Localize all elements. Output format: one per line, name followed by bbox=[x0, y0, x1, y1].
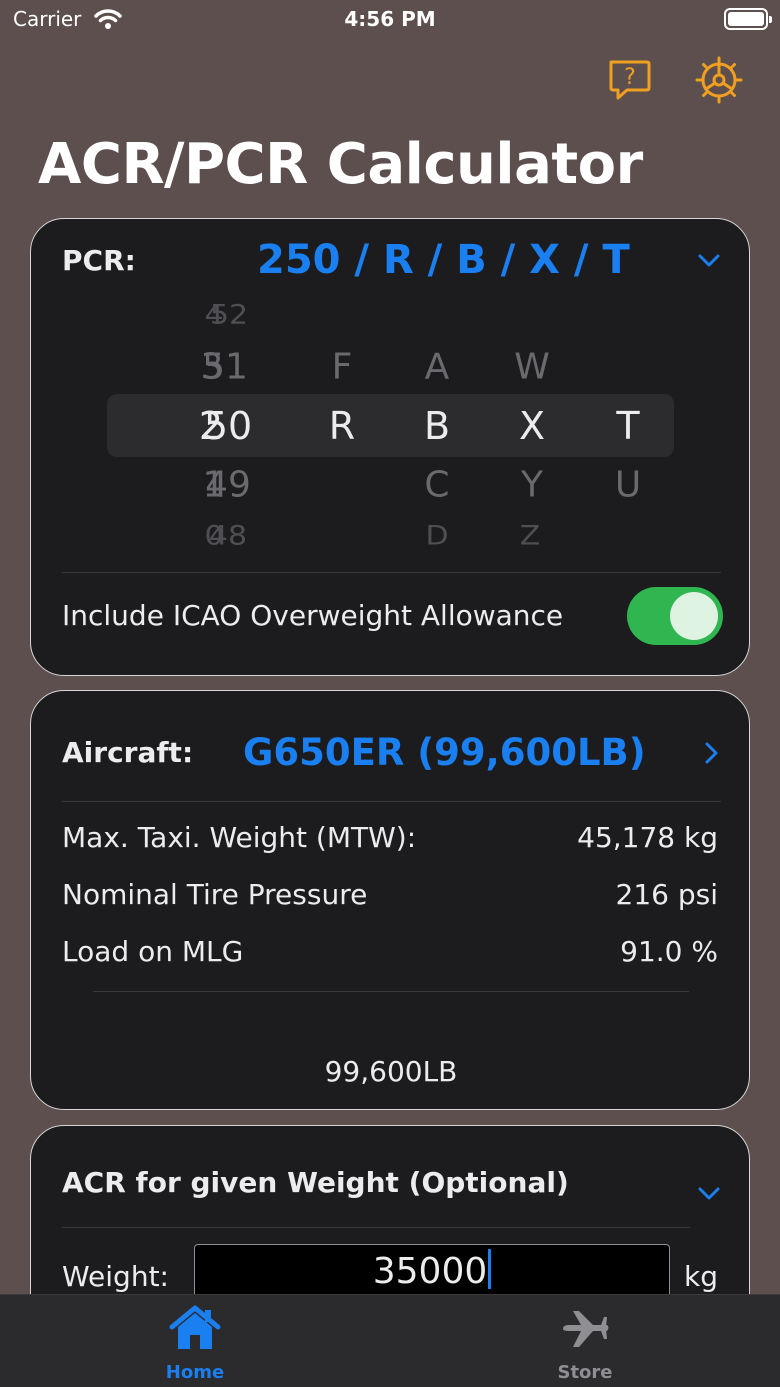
divider bbox=[93, 991, 689, 992]
picker-pavement-selected[interactable]: R bbox=[329, 404, 355, 448]
picker-subgrade-option[interactable]: C bbox=[424, 465, 449, 506]
tire-pressure-value: 216 psi bbox=[615, 878, 718, 911]
picker-tire-option[interactable]: W bbox=[514, 347, 550, 388]
picker-tire-option[interactable]: Y bbox=[521, 465, 543, 506]
overweight-toggle[interactable] bbox=[627, 587, 723, 645]
pcr-card: PCR: 250 / R / B / X / T 4 3 2 1 0 52 51… bbox=[30, 218, 750, 676]
weight-label: Weight: bbox=[62, 1260, 169, 1293]
mlg-load-label: Load on MLG bbox=[62, 935, 244, 968]
mlg-load-value: 91.0 % bbox=[620, 935, 718, 968]
picker-tens-option[interactable]: 51 bbox=[202, 347, 248, 388]
picker-tens-selected[interactable]: 50 bbox=[204, 404, 252, 448]
status-bar: Carrier 4:56 PM bbox=[0, 0, 780, 40]
pcr-label: PCR: bbox=[62, 244, 136, 277]
chevron-right-icon[interactable] bbox=[704, 741, 720, 765]
picker-evaluation-option[interactable]: U bbox=[615, 465, 641, 506]
pcr-value[interactable]: 250 / R / B / X / T bbox=[257, 237, 630, 283]
tab-bar: Home Store bbox=[0, 1294, 780, 1387]
picker-selection-highlight bbox=[107, 394, 674, 457]
tire-pressure-label: Nominal Tire Pressure bbox=[62, 878, 368, 911]
picker-tire-selected[interactable]: X bbox=[519, 404, 545, 448]
page-title: ACR/PCR Calculator bbox=[38, 132, 643, 197]
picker-evaluation-selected[interactable]: T bbox=[616, 404, 639, 448]
mtw-label: Max. Taxi. Weight (MTW): bbox=[62, 821, 417, 854]
chevron-down-icon[interactable] bbox=[697, 1186, 721, 1202]
tab-store[interactable]: Store bbox=[390, 1295, 780, 1387]
picker-subgrade-option[interactable]: A bbox=[425, 347, 450, 388]
aircraft-card: Aircraft: G650ER (99,600LB) Max. Taxi. W… bbox=[30, 690, 750, 1110]
picker-pavement-option[interactable]: F bbox=[332, 347, 353, 388]
picker-tens-option[interactable]: 48 bbox=[209, 521, 247, 552]
picker-subgrade-option[interactable]: D bbox=[425, 521, 448, 552]
divider bbox=[62, 1227, 690, 1228]
chevron-down-icon[interactable] bbox=[697, 253, 721, 269]
mtw-value: 45,178 kg bbox=[577, 821, 718, 854]
picker-tens-option[interactable]: 49 bbox=[205, 465, 251, 506]
battery-icon bbox=[724, 8, 772, 30]
gear-icon[interactable] bbox=[695, 56, 743, 104]
overweight-label: Include ICAO Overweight Allowance bbox=[62, 599, 564, 632]
help-icon[interactable]: ? bbox=[605, 56, 653, 104]
tab-home[interactable]: Home bbox=[0, 1295, 390, 1387]
weight-unit: kg bbox=[684, 1260, 718, 1293]
divider bbox=[62, 801, 721, 802]
aircraft-weight-caption: 99,600LB bbox=[324, 1055, 458, 1088]
tab-home-label: Home bbox=[165, 1362, 225, 1383]
house-icon bbox=[169, 1305, 221, 1349]
toggle-knob bbox=[670, 592, 718, 640]
aircraft-label: Aircraft: bbox=[62, 736, 194, 769]
picker-tire-option[interactable]: Z bbox=[520, 521, 541, 552]
clock: 4:56 PM bbox=[344, 7, 436, 31]
acr-title: ACR for given Weight (Optional) bbox=[62, 1166, 569, 1199]
airplane-icon bbox=[563, 1311, 609, 1347]
picker-subgrade-selected[interactable]: B bbox=[424, 404, 450, 448]
aircraft-value[interactable]: G650ER (99,600LB) bbox=[243, 731, 646, 774]
tab-store-label: Store bbox=[557, 1362, 613, 1383]
svg-text:?: ? bbox=[624, 65, 636, 90]
divider bbox=[62, 572, 721, 573]
pcr-picker[interactable]: 4 3 2 1 0 52 51 50 49 48 F R A B C D W X… bbox=[31, 291, 749, 561]
text-caret bbox=[488, 1249, 492, 1289]
picker-tens-option[interactable]: 52 bbox=[210, 300, 248, 331]
weight-input-value: 35000 bbox=[372, 1251, 488, 1292]
